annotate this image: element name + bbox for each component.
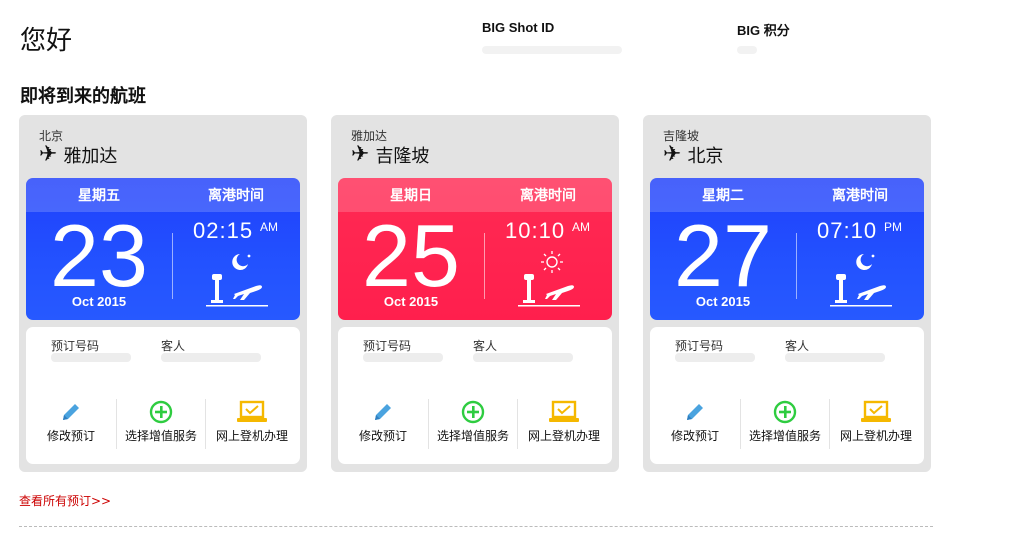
action-label: 修改预订	[670, 429, 719, 443]
airplane-icon: ✈	[663, 142, 682, 167]
departure-time: 02:15	[193, 218, 254, 243]
passenger-label: 客人	[161, 339, 186, 353]
booking-reference-value	[51, 353, 131, 362]
action-label: 选择增值服务	[124, 429, 197, 443]
airport-takeoff-icon	[828, 272, 894, 308]
action-label: 修改预订	[46, 429, 95, 443]
booking-reference-label: 预订号码	[51, 339, 100, 353]
action-separator	[116, 399, 117, 449]
action-label: 网上登机办理	[839, 429, 912, 443]
moon-icon	[850, 250, 878, 274]
online-checkin-button[interactable]: 网上登机办理	[830, 399, 922, 453]
passenger-value	[161, 353, 261, 362]
online-checkin-button[interactable]: 网上登机办理	[206, 399, 298, 453]
sun-icon	[538, 250, 566, 274]
booking-reference-value	[363, 353, 443, 362]
action-label: 网上登机办理	[215, 429, 288, 443]
action-label: 网上登机办理	[527, 429, 600, 443]
action-label: 选择增值服务	[748, 429, 821, 443]
edit-icon	[340, 399, 426, 425]
destination-city: 北京	[687, 146, 724, 167]
edit-icon	[28, 399, 114, 425]
departure-ampm: AM	[572, 220, 590, 234]
points-label: BIG 积分	[737, 23, 790, 38]
departure-panel: 星期五 离港时间 23 Oct 2015 02:15 AM	[26, 178, 300, 320]
departure-ampm: PM	[884, 220, 902, 234]
destination-city: 吉隆坡	[375, 146, 430, 167]
booking-info-panel: 预订号码 客人 修改预订 选择增值服务 网上登机办理	[650, 327, 924, 464]
booking-reference-label: 预订号码	[675, 339, 724, 353]
booking-info-panel: 预订号码 客人 修改预订 选择增值服务 网上登机办理	[26, 327, 300, 464]
panel-divider	[172, 233, 173, 299]
airplane-icon: ✈	[351, 142, 370, 167]
booking-reference-label: 预订号码	[363, 339, 412, 353]
member-id-label: BIG Shot ID	[482, 20, 555, 35]
departure-time: 10:10	[505, 218, 566, 243]
airplane-icon: ✈	[39, 142, 58, 167]
panel-divider	[796, 233, 797, 299]
flight-card: 雅加达 ✈ 吉隆坡 星期日 离港时间 25 Oct 2015 10:10 AM …	[331, 115, 619, 472]
destination-city: 雅加达	[63, 146, 118, 167]
add-circle-icon	[117, 399, 205, 425]
moon-icon	[226, 250, 254, 274]
passenger-value	[785, 353, 885, 362]
action-separator	[829, 399, 830, 449]
add-circle-icon	[741, 399, 829, 425]
action-label: 选择增值服务	[436, 429, 509, 443]
booking-reference-value	[675, 353, 755, 362]
departure-panel: 星期日 离港时间 25 Oct 2015 10:10 AM	[338, 178, 612, 320]
destination-row: ✈ 雅加达	[39, 142, 117, 168]
departure-month-year: Oct 2015	[695, 294, 751, 309]
modify-booking-button[interactable]: 修改预订	[340, 399, 426, 453]
modify-booking-button[interactable]: 修改预订	[652, 399, 738, 453]
airport-takeoff-icon	[516, 272, 582, 308]
passenger-value	[473, 353, 573, 362]
passenger-label: 客人	[785, 339, 810, 353]
flight-card: 吉隆坡 ✈ 北京 星期二 离港时间 27 Oct 2015 07:10 PM 预…	[643, 115, 931, 472]
greeting: 您好	[20, 26, 73, 56]
departure-panel: 星期二 离港时间 27 Oct 2015 07:10 PM	[650, 178, 924, 320]
departure-time-label: 离港时间	[832, 188, 888, 204]
action-separator	[517, 399, 518, 449]
departure-day: 25	[362, 206, 460, 305]
member-id-value	[482, 46, 622, 54]
modify-booking-button[interactable]: 修改预订	[28, 399, 114, 453]
action-separator	[740, 399, 741, 449]
airport-takeoff-icon	[204, 272, 270, 308]
edit-icon	[652, 399, 738, 425]
departure-time-label: 离港时间	[520, 188, 576, 204]
departure-time: 07:10	[817, 218, 878, 243]
flight-card: 北京 ✈ 雅加达 星期五 离港时间 23 Oct 2015 02:15 AM 预…	[19, 115, 307, 472]
destination-row: ✈ 北京	[663, 142, 723, 168]
departure-ampm: AM	[260, 220, 278, 234]
action-separator	[428, 399, 429, 449]
passenger-label: 客人	[473, 339, 498, 353]
online-checkin-button[interactable]: 网上登机办理	[518, 399, 610, 453]
departure-time-label: 离港时间	[208, 188, 264, 204]
panel-divider	[484, 233, 485, 299]
dashed-divider	[19, 526, 933, 527]
select-addons-button[interactable]: 选择增值服务	[117, 399, 205, 453]
select-addons-button[interactable]: 选择增值服务	[429, 399, 517, 453]
departure-month-year: Oct 2015	[383, 294, 439, 309]
departure-day: 23	[50, 206, 148, 305]
select-addons-button[interactable]: 选择增值服务	[741, 399, 829, 453]
action-label: 修改预订	[358, 429, 407, 443]
laptop-checkin-icon	[518, 399, 610, 425]
weekday: 星期日	[390, 188, 432, 204]
weekday: 星期二	[702, 188, 744, 204]
departure-month-year: Oct 2015	[71, 294, 127, 309]
points-value	[737, 46, 757, 54]
weekday: 星期五	[78, 188, 120, 204]
departure-day: 27	[674, 206, 772, 305]
laptop-checkin-icon	[206, 399, 298, 425]
view-all-bookings-link[interactable]: 查看所有预订>>	[19, 492, 111, 509]
section-title: 即将到来的航班	[20, 86, 146, 107]
destination-row: ✈ 吉隆坡	[351, 142, 429, 168]
booking-info-panel: 预订号码 客人 修改预订 选择增值服务 网上登机办理	[338, 327, 612, 464]
add-circle-icon	[429, 399, 517, 425]
laptop-checkin-icon	[830, 399, 922, 425]
action-separator	[205, 399, 206, 449]
